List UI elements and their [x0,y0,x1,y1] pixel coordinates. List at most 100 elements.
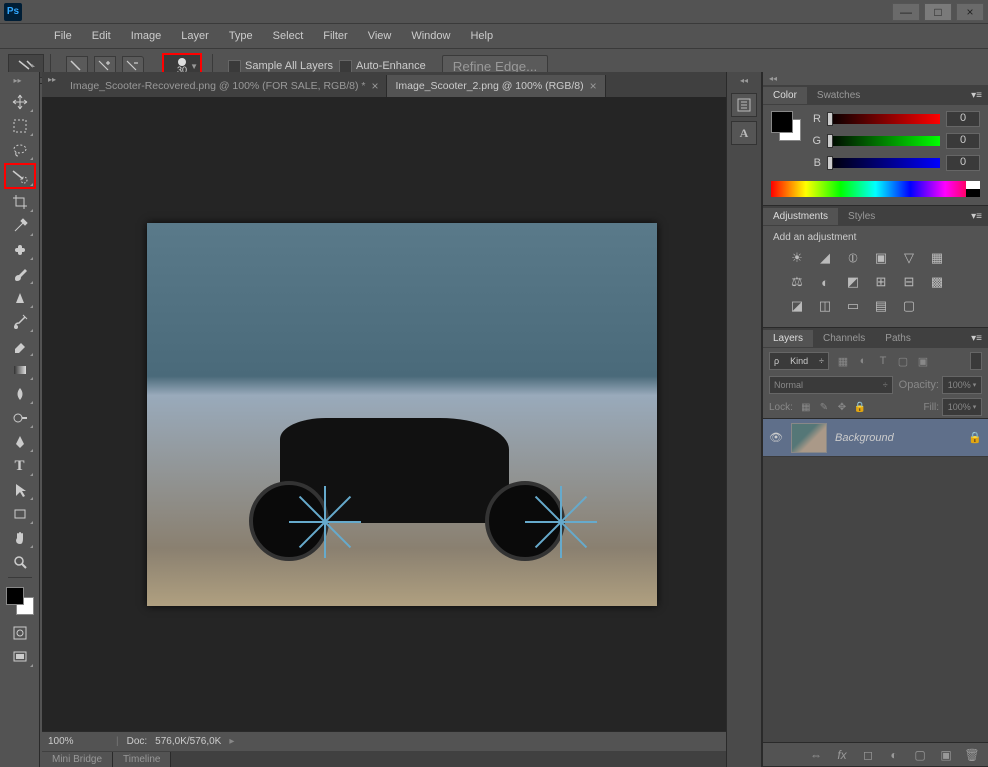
r-value[interactable]: 0 [946,111,980,127]
menu-layer[interactable]: Layer [171,26,219,46]
blend-mode-select[interactable]: Normal÷ [769,376,893,394]
selective-color-icon[interactable]: ▤ [871,297,891,315]
filter-smart-icon[interactable]: ▣ [915,353,931,369]
invert-icon[interactable]: ▩ [927,273,947,291]
b-value[interactable]: 0 [946,155,980,171]
mask-icon[interactable]: ◻ [860,747,876,763]
filter-adj-icon[interactable]: ◐ [855,353,871,369]
document-canvas[interactable] [147,223,657,606]
menu-file[interactable]: File [44,26,82,46]
quickmask-tool[interactable] [6,622,34,644]
collapse-icon[interactable]: ◂◂ [763,72,783,85]
history-brush-tool[interactable] [6,311,34,333]
levels-icon[interactable]: ◢ [815,249,835,267]
tab-adjustments[interactable]: Adjustments [763,208,838,225]
photo-filter-icon[interactable]: ◩ [843,273,863,291]
pen-tool[interactable] [6,431,34,453]
eyedropper-tool[interactable] [6,215,34,237]
maximize-button[interactable]: □ [924,3,952,21]
g-value[interactable]: 0 [946,133,980,149]
panel-menu-icon[interactable]: ▾≡ [965,90,988,101]
filter-type-icon[interactable]: T [875,353,891,369]
lock-all-icon[interactable]: 🔒 [853,400,867,414]
healing-tool[interactable] [6,239,34,261]
auto-enhance-checkbox[interactable]: Auto-Enhance [339,60,426,73]
channel-mixer-icon[interactable]: ⊞ [871,273,891,291]
bw-icon[interactable]: ◐ [815,273,835,291]
chevron-right-icon[interactable]: ▸ [229,736,234,747]
threshold-icon[interactable]: ◫ [815,297,835,315]
gradient-map-icon[interactable]: ▭ [843,297,863,315]
crop-tool[interactable] [6,191,34,213]
filter-pixel-icon[interactable]: ▦ [835,353,851,369]
tab-paths[interactable]: Paths [875,330,921,347]
fill-value[interactable]: 100%▾ [942,398,982,416]
group-icon[interactable]: ▢ [912,747,928,763]
kind-filter-select[interactable]: ρKind÷ [769,352,829,370]
adjustment-layer-icon[interactable]: ◐ [886,747,902,763]
path-select-tool[interactable] [6,479,34,501]
marquee-tool[interactable] [6,115,34,137]
tab-styles[interactable]: Styles [838,208,885,225]
menu-window[interactable]: Window [401,26,460,46]
menu-view[interactable]: View [358,26,402,46]
tab-layers[interactable]: Layers [763,330,813,347]
exposure-icon[interactable]: ▣ [871,249,891,267]
close-icon[interactable]: × [371,79,378,93]
menu-help[interactable]: Help [460,26,503,46]
link-layers-icon[interactable]: ⇔ [808,747,824,763]
document-tab-active[interactable]: Image_Scooter_2.png @ 100% (RGB/8) × [387,75,605,97]
posterize-icon[interactable]: ◪ [787,297,807,315]
tab-channels[interactable]: Channels [813,330,875,347]
collapse-icon[interactable]: ▸▸ [14,76,26,88]
vibrance-icon[interactable]: ▽ [899,249,919,267]
blur-tool[interactable] [6,383,34,405]
brush-tool[interactable] [6,263,34,285]
delete-layer-icon[interactable]: 🗑 [964,747,980,763]
lock-pixels-icon[interactable]: ✎ [817,400,831,414]
hand-tool[interactable] [6,527,34,549]
visibility-icon[interactable]: 👁 [769,431,783,444]
menu-select[interactable]: Select [263,26,314,46]
panel-menu-icon[interactable]: ▾≡ [965,333,988,344]
eraser-tool[interactable] [6,335,34,357]
gradient-tool[interactable] [6,359,34,381]
layer-thumbnail[interactable] [791,423,827,453]
brightness-icon[interactable]: ☀ [787,249,807,267]
type-tool[interactable]: T [6,455,34,477]
quick-selection-tool[interactable] [4,163,36,189]
lock-transparent-icon[interactable]: ▦ [799,400,813,414]
new-layer-icon[interactable]: ▣ [938,747,954,763]
color-balance-icon[interactable]: ⚖ [787,273,807,291]
filter-toggle[interactable] [970,352,982,370]
shape-tool[interactable] [6,503,34,525]
g-slider[interactable] [827,136,940,146]
screen-mode-tool[interactable] [6,646,34,668]
layer-item[interactable]: 👁 Background 🔒 [763,419,988,457]
menu-type[interactable]: Type [219,26,263,46]
foreground-background-swatch[interactable] [6,587,34,615]
document-tab[interactable]: Image_Scooter-Recovered.png @ 100% (FOR … [62,75,387,97]
mini-bridge-tab[interactable]: Mini Bridge [42,752,113,767]
menu-filter[interactable]: Filter [313,26,357,46]
dodge-tool[interactable] [6,407,34,429]
clone-stamp-tool[interactable] [6,287,34,309]
layers-list[interactable]: 👁 Background 🔒 [763,418,988,742]
tab-swatches[interactable]: Swatches [807,87,870,104]
r-slider[interactable] [827,114,940,124]
lasso-tool[interactable] [6,139,34,161]
tab-color[interactable]: Color [763,87,807,104]
minimize-button[interactable]: — [892,3,920,21]
menu-image[interactable]: Image [121,26,172,46]
move-tool[interactable] [6,91,34,113]
fx-icon[interactable]: fx [834,747,850,763]
lock-position-icon[interactable]: ✥ [835,400,849,414]
zoom-tool[interactable] [6,551,34,573]
layer-name-label[interactable]: Background [835,432,960,444]
history-panel-icon[interactable] [731,93,757,117]
zoom-level[interactable]: 100% [48,736,108,747]
menu-edit[interactable]: Edit [82,26,121,46]
color-swatch-pair[interactable] [771,111,801,141]
foreground-color-swatch[interactable] [6,587,24,605]
curves-icon[interactable]: ⦶ [843,249,863,267]
